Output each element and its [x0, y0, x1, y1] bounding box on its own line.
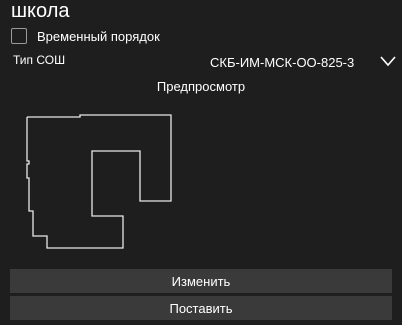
temporary-order-checkbox[interactable] — [11, 28, 27, 44]
school-type-selected-value[interactable]: СКБ-ИМ-МСК-ОО-825-3 — [210, 55, 354, 70]
chevron-down-icon[interactable] — [380, 55, 396, 67]
place-button[interactable]: Поставить — [10, 296, 392, 320]
panel-title: школа — [11, 0, 70, 22]
preview-label: Предпросмотр — [156, 79, 246, 94]
temporary-order-label[interactable]: Временный порядок — [37, 29, 160, 44]
change-button-label: Изменить — [171, 273, 231, 289]
building-preview — [26, 114, 172, 249]
school-type-dropdown[interactable]: СКБ-ИМ-МСК-ОО-825-3 — [205, 52, 400, 72]
temporary-order-option[interactable]: Временный порядок — [11, 26, 160, 46]
school-type-label: Тип СОШ — [13, 53, 66, 67]
building-outline-shape — [26, 114, 172, 249]
school-panel: школа Временный порядок Тип СОШ СКБ-ИМ-М… — [0, 0, 402, 325]
change-button[interactable]: Изменить — [10, 269, 392, 293]
place-button-label: Поставить — [169, 300, 233, 316]
